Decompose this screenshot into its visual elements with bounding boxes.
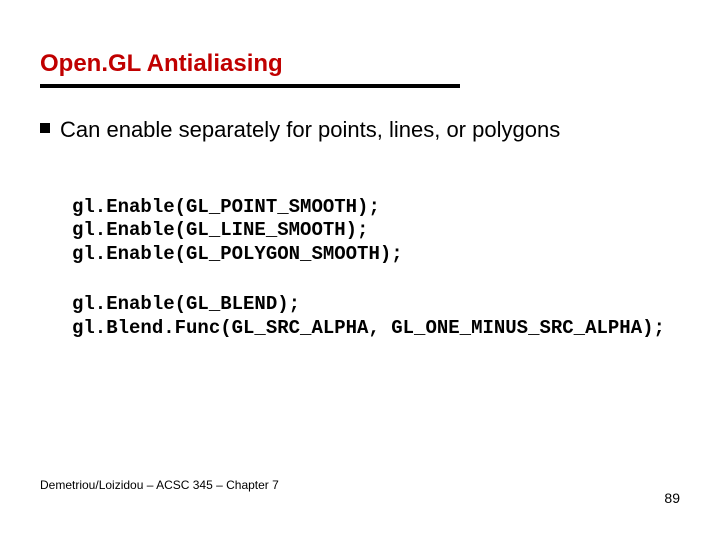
code-block-smooth: gl.Enable(GL_POINT_SMOOTH); gl.Enable(GL…	[72, 196, 680, 267]
bullet-item: Can enable separately for points, lines,…	[40, 116, 680, 144]
slide: Open.GL Antialiasing Can enable separate…	[0, 0, 720, 540]
bullet-text: Can enable separately for points, lines,…	[60, 116, 560, 144]
square-bullet-icon	[40, 123, 50, 133]
code-block-blend: gl.Enable(GL_BLEND); gl.Blend.Func(GL_SR…	[72, 293, 680, 341]
slide-title: Open.GL Antialiasing	[40, 50, 680, 78]
page-number: 89	[664, 490, 680, 506]
title-underline	[40, 84, 460, 88]
footer-credits: Demetriou/Loizidou – ACSC 345 – Chapter …	[40, 478, 279, 492]
